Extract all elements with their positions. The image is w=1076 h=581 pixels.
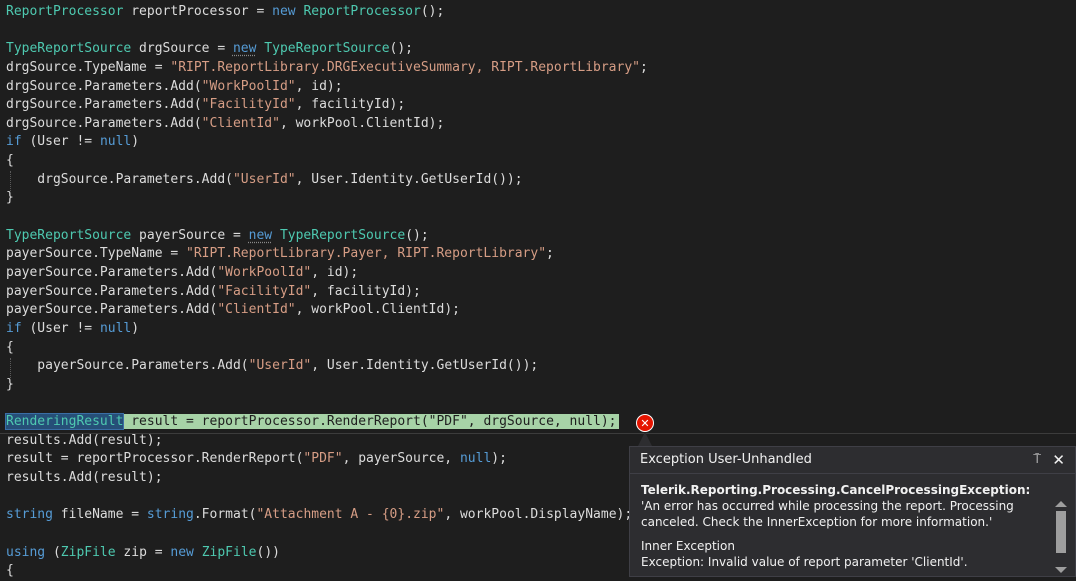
code-line[interactable]: payerSource.Parameters.Add("WorkPoolId",… bbox=[6, 264, 1076, 283]
code-line[interactable]: } bbox=[6, 376, 1076, 395]
error-icon[interactable]: ✕ bbox=[636, 414, 654, 432]
line-separator bbox=[0, 433, 1076, 434]
code-line[interactable]: payerSource.Parameters.Add("UserId", Use… bbox=[6, 357, 1076, 376]
code-line[interactable]: payerSource.TypeName = "RIPT.ReportLibra… bbox=[6, 245, 1076, 264]
inner-exception-message: Exception: Invalid value of report param… bbox=[641, 555, 968, 569]
exception-message: Telerik.Reporting.Processing.CancelProce… bbox=[641, 483, 1031, 529]
current-statement-line[interactable]: RenderingResult result = reportProcessor… bbox=[4, 413, 1076, 432]
code-line[interactable]: if (User != null) bbox=[6, 133, 1076, 152]
code-line[interactable]: drgSource.Parameters.Add("FacilityId", f… bbox=[6, 96, 1076, 115]
code-line[interactable]: { bbox=[6, 339, 1076, 358]
selected-text[interactable]: RenderingResult bbox=[4, 413, 125, 431]
popup-scrollbar[interactable] bbox=[1053, 501, 1069, 573]
scroll-down-icon[interactable] bbox=[1055, 567, 1067, 573]
code-line[interactable]: TypeReportSource drgSource = new TypeRep… bbox=[6, 40, 1076, 59]
code-line[interactable] bbox=[6, 22, 1076, 41]
indent-guide bbox=[10, 171, 11, 191]
current-statement-highlight: result = reportProcessor.RenderReport("P… bbox=[123, 414, 619, 430]
code-line[interactable]: TypeReportSource payerSource = new TypeR… bbox=[6, 227, 1076, 246]
inner-exception-title: Inner Exception bbox=[641, 539, 735, 553]
exception-type: Telerik.Reporting.Processing.CancelProce… bbox=[641, 483, 1031, 497]
scroll-thumb[interactable] bbox=[1056, 511, 1066, 553]
exception-popup-header: Exception User-Unhandled ⍑ ✕ bbox=[630, 447, 1075, 474]
code-line[interactable]: drgSource.Parameters.Add("UserId", User.… bbox=[6, 171, 1076, 190]
code-line[interactable]: drgSource.Parameters.Add("ClientId", wor… bbox=[6, 115, 1076, 134]
scroll-up-icon[interactable] bbox=[1055, 501, 1067, 507]
code-line[interactable]: drgSource.Parameters.Add("WorkPoolId", i… bbox=[6, 78, 1076, 97]
indent-guide bbox=[10, 358, 11, 378]
code-line[interactable]: if (User != null) bbox=[6, 320, 1076, 339]
exception-title: Exception User-Unhandled bbox=[640, 452, 812, 467]
exception-popup[interactable]: Exception User-Unhandled ⍑ ✕ Telerik.Rep… bbox=[629, 446, 1076, 577]
code-line[interactable]: { bbox=[6, 152, 1076, 171]
code-line[interactable]: } bbox=[6, 189, 1076, 208]
code-line[interactable]: ReportProcessor reportProcessor = new Re… bbox=[6, 3, 1076, 22]
code-line[interactable] bbox=[6, 394, 1076, 413]
code-line[interactable] bbox=[6, 208, 1076, 227]
close-icon[interactable]: ✕ bbox=[1052, 447, 1065, 473]
code-line[interactable]: drgSource.TypeName = "RIPT.ReportLibrary… bbox=[6, 59, 1076, 78]
exception-details: Telerik.Reporting.Processing.CancelProce… bbox=[630, 474, 1075, 570]
pin-icon[interactable]: ⍑ bbox=[1033, 447, 1041, 473]
code-line[interactable]: payerSource.Parameters.Add("ClientId", w… bbox=[6, 301, 1076, 320]
code-line[interactable]: payerSource.Parameters.Add("FacilityId",… bbox=[6, 283, 1076, 302]
